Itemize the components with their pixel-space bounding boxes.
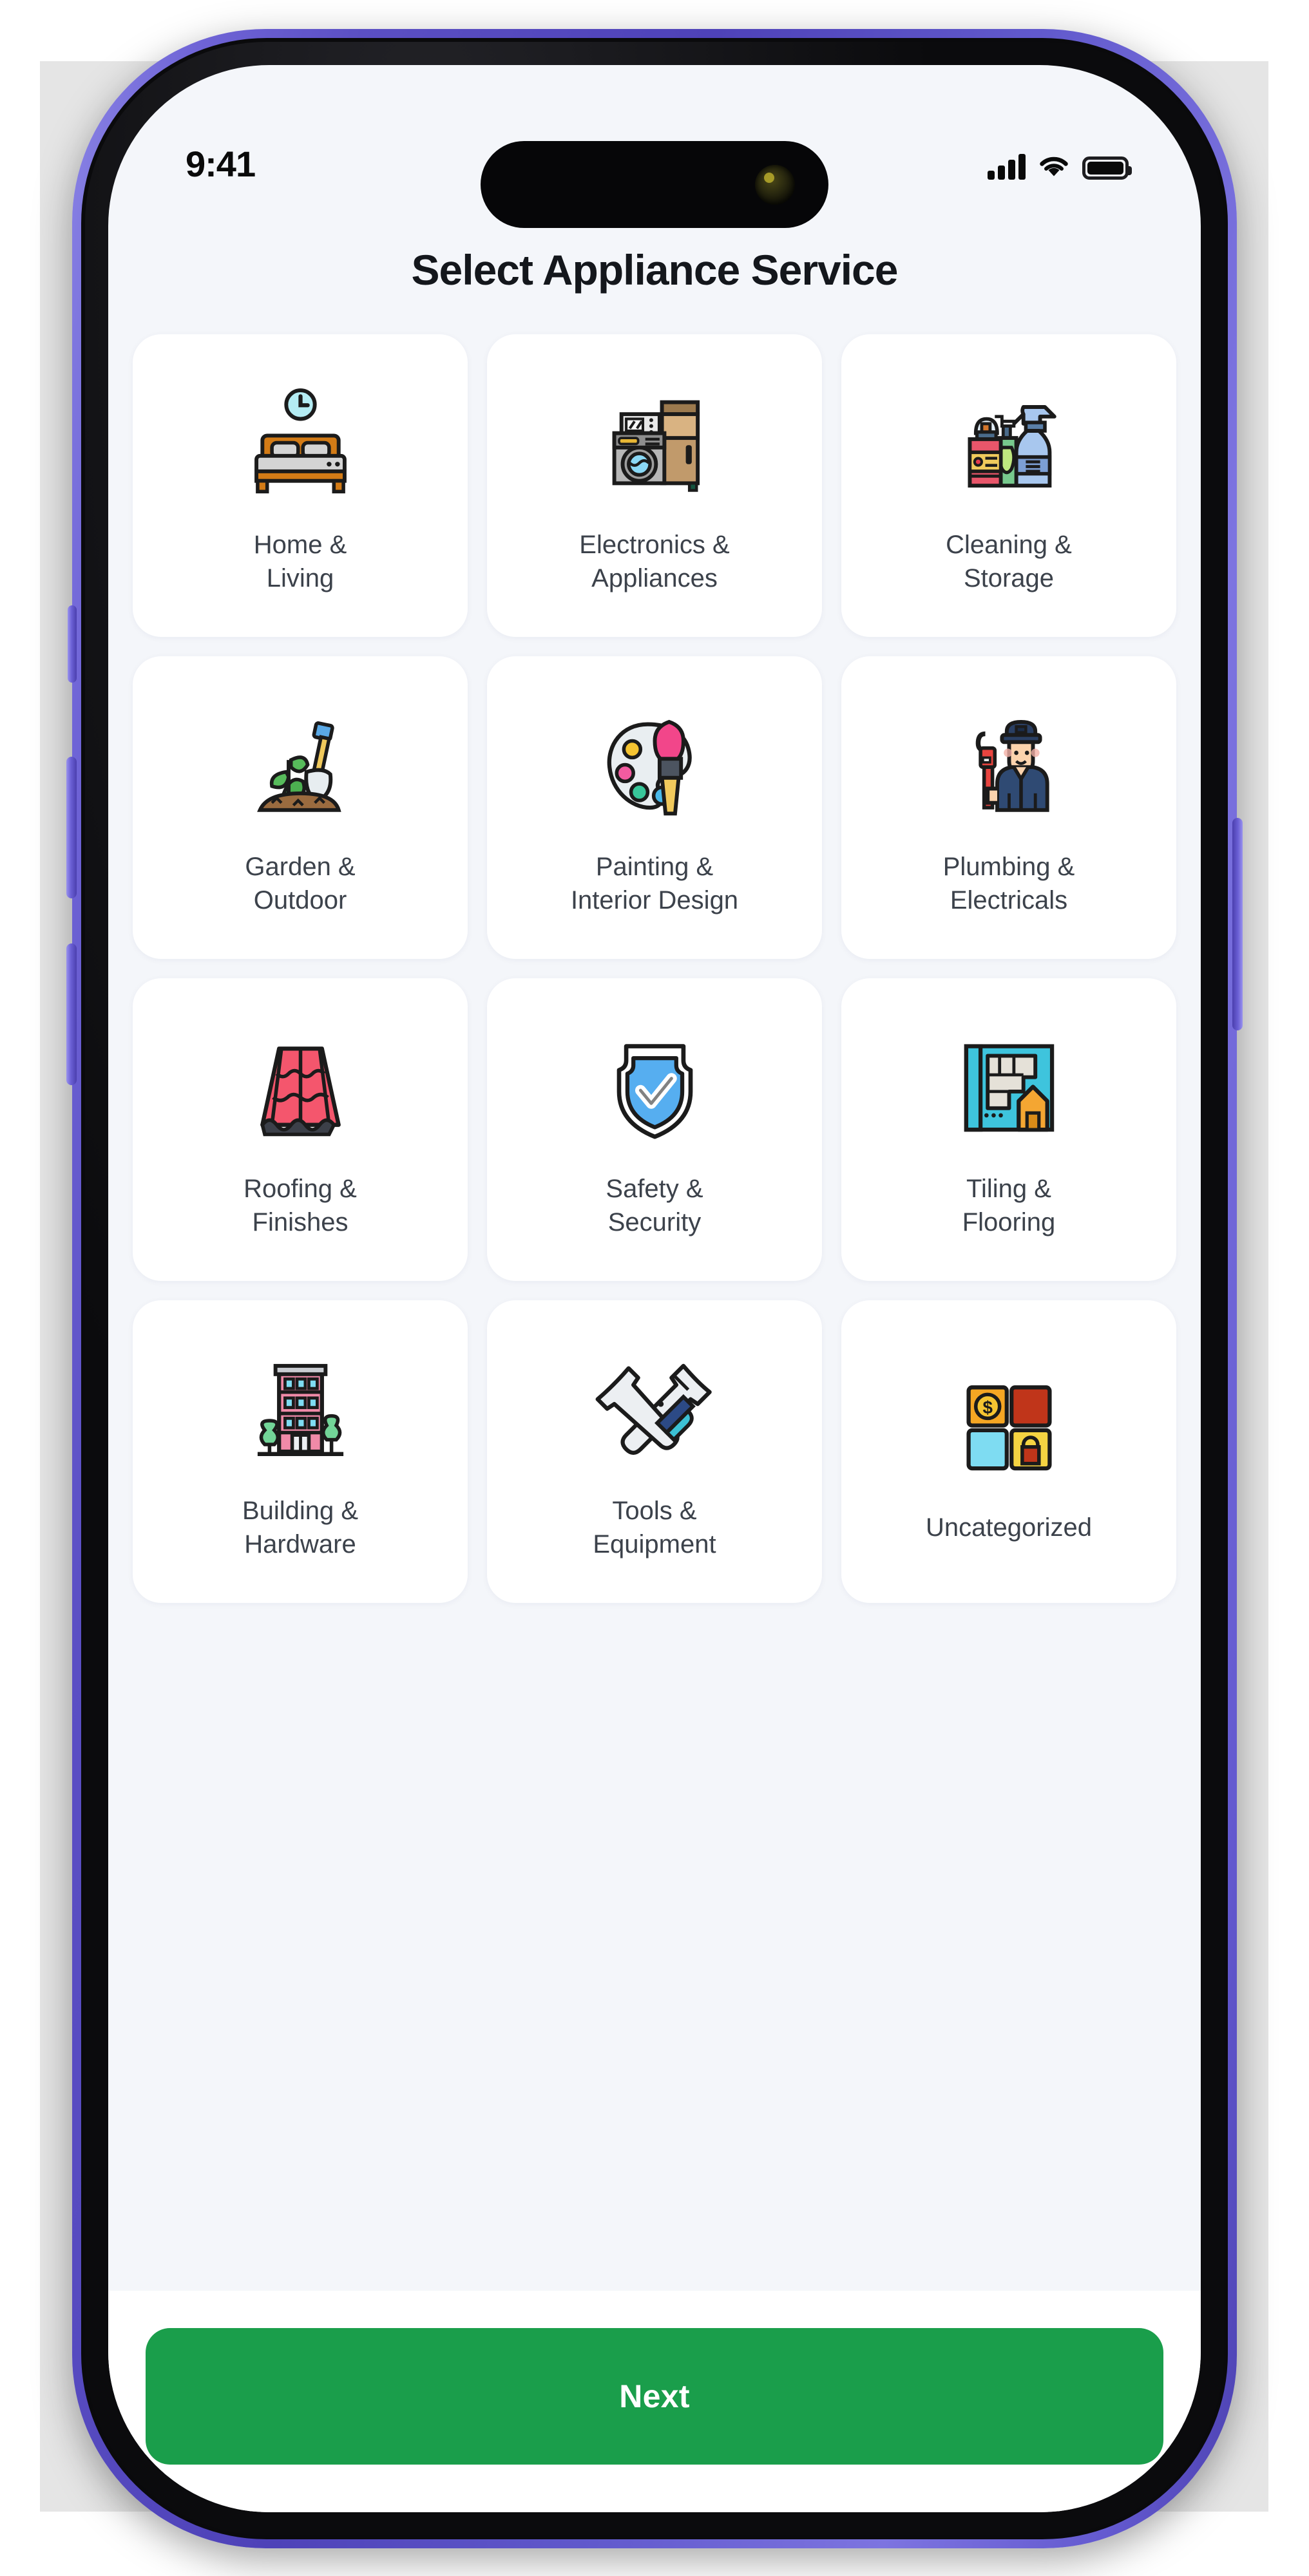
plant-shovel-icon [241,696,360,834]
cellular-signal-icon [988,154,1026,180]
phone-device: 9:41 Select Appliance Service Home & Liv… [66,29,1243,2548]
service-card-tools-equipment[interactable]: Tools & Equipment [487,1300,822,1603]
service-card-label: Tiling & Flooring [962,1175,1056,1236]
bed-clock-icon [241,374,360,512]
phone-screen: 9:41 Select Appliance Service Home & Liv… [108,65,1201,2512]
status-bar: 9:41 [108,65,1201,187]
service-card-label: Cleaning & Storage [946,531,1072,592]
battery-icon [1082,156,1132,180]
wrench-screwdriver-icon [595,1340,714,1478]
four-squares-icon: $ [950,1356,1069,1495]
roof-tiles-icon [241,1018,360,1156]
apartment-building-icon [241,1340,360,1478]
service-card-label: Garden & Outdoor [245,853,356,914]
service-card-label: Safety & Security [606,1175,703,1236]
service-card-label: Roofing & Finishes [244,1175,357,1236]
service-card-electronics-appliances[interactable]: Electronics & Appliances [487,334,822,637]
plumber-icon [950,696,1069,834]
service-card-garden-outdoor[interactable]: Garden & Outdoor [133,656,468,959]
service-card-label: Home & Living [253,531,347,592]
silent-switch-button[interactable] [68,605,77,683]
service-card-painting-interior-design[interactable]: Painting & Interior Design [487,656,822,959]
tiling-house-icon [950,1018,1069,1156]
wifi-icon [1038,154,1069,180]
service-card-home-living[interactable]: Home & Living [133,334,468,637]
service-card-label: Electronics & Appliances [579,531,730,592]
service-card-tiling-flooring[interactable]: Tiling & Flooring [841,978,1176,1281]
palette-brush-icon [595,696,714,834]
service-card-label: Uncategorized [926,1513,1092,1542]
service-card-building-hardware[interactable]: Building & Hardware [133,1300,468,1603]
service-card-uncategorized[interactable]: $ Uncategorized [841,1300,1176,1603]
service-card-label: Tools & Equipment [593,1497,716,1558]
footer-bar: Next [108,2291,1201,2512]
service-card-label: Painting & Interior Design [570,853,739,914]
volume-down-button[interactable] [66,943,77,1085]
service-card-safety-security[interactable]: Safety & Security [487,978,822,1281]
service-card-plumbing-electricals[interactable]: Plumbing & Electricals [841,656,1176,959]
status-icons [988,154,1132,187]
volume-up-button[interactable] [66,757,77,898]
service-card-roofing-finishes[interactable]: Roofing & Finishes [133,978,468,1281]
service-card-label: Building & Hardware [242,1497,359,1558]
washing-machine-fridge-icon [595,374,714,512]
power-button[interactable] [1232,818,1243,1030]
svg-text:$: $ [982,1397,993,1417]
spray-bottles-icon [950,374,1069,512]
service-card-cleaning-storage[interactable]: Cleaning & Storage [841,334,1176,637]
page-title: Select Appliance Service [411,246,899,294]
service-category-grid: Home & Living Electronics & Appliances C… [108,334,1201,1603]
next-button[interactable]: Next [146,2328,1163,2465]
status-time: 9:41 [186,144,256,184]
shield-check-icon [595,1018,714,1156]
app-content: Select Appliance Service Home & Living E… [108,187,1201,2512]
service-card-label: Plumbing & Electricals [942,853,1075,914]
